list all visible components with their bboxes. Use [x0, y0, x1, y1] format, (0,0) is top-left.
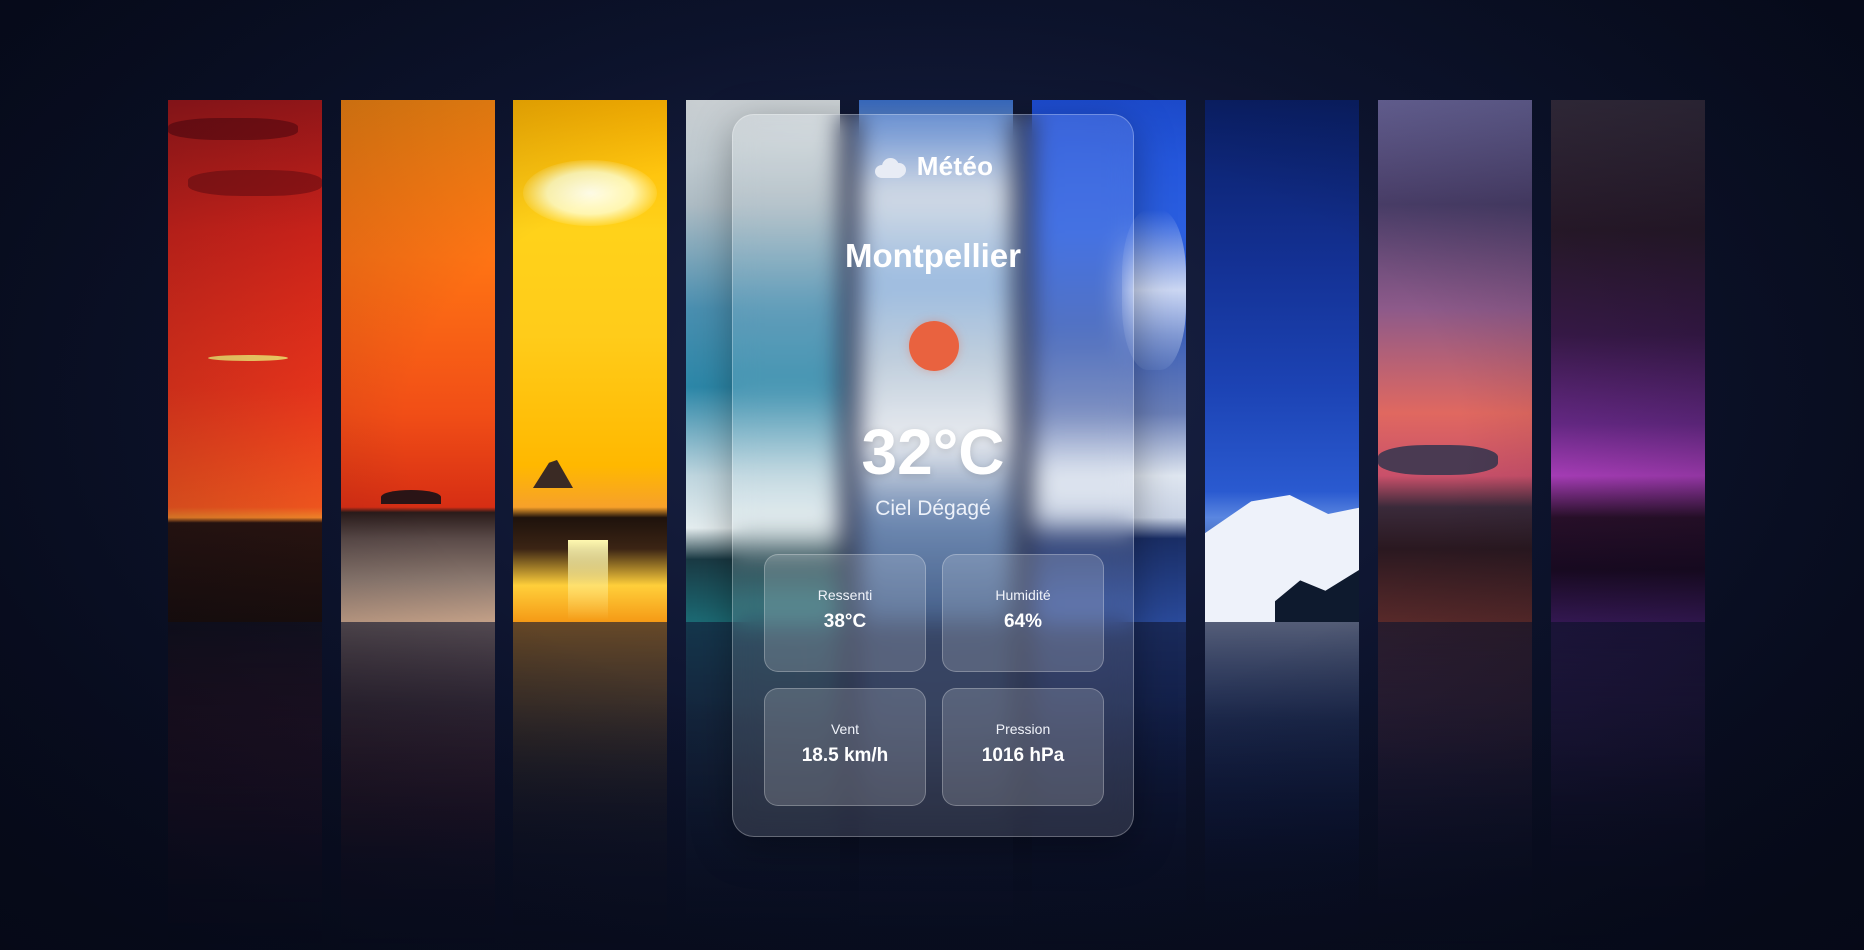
- stat-card-feels-like: Ressenti 38°C: [764, 554, 926, 672]
- stat-card-wind: Vent 18.5 km/h: [764, 688, 926, 806]
- stat-value: 18.5 km/h: [801, 745, 889, 766]
- stat-card-pressure: Pression 1016 hPa: [942, 688, 1104, 806]
- stat-value: 38°C: [823, 611, 867, 632]
- background-strip-purple-dusk: [1378, 100, 1532, 622]
- app-title: Météo: [916, 151, 994, 181]
- sun-icon: [909, 321, 959, 371]
- background-strip-red-sunset: [168, 100, 322, 622]
- background-strip-orange-sunset: [341, 100, 495, 622]
- stat-label: Ressenti: [817, 587, 873, 603]
- stat-label: Vent: [830, 721, 860, 737]
- stat-label: Pression: [995, 721, 1051, 737]
- stat-label: Humidité: [995, 587, 1051, 603]
- background-strip-yellow-sun: [513, 100, 667, 622]
- card-header: Météo: [733, 151, 1133, 182]
- stat-card-humidity: Humidité 64%: [942, 554, 1104, 672]
- stat-value: 64%: [1003, 611, 1043, 632]
- stat-value: 1016 hPa: [981, 745, 1065, 766]
- city-name: Montpellier: [844, 237, 1021, 274]
- weather-card: Météo Montpellier 32°C Ciel Dégagé Resse…: [732, 114, 1134, 837]
- cloud-icon: [873, 156, 907, 178]
- background-scene: Météo Montpellier 32°C Ciel Dégagé Resse…: [0, 0, 1864, 950]
- background-strip-violet-night: [1551, 100, 1705, 622]
- temperature: 32°C: [861, 416, 1005, 488]
- weather-condition: Ciel Dégagé: [875, 497, 991, 520]
- background-strip-navy-mountain: [1205, 100, 1359, 622]
